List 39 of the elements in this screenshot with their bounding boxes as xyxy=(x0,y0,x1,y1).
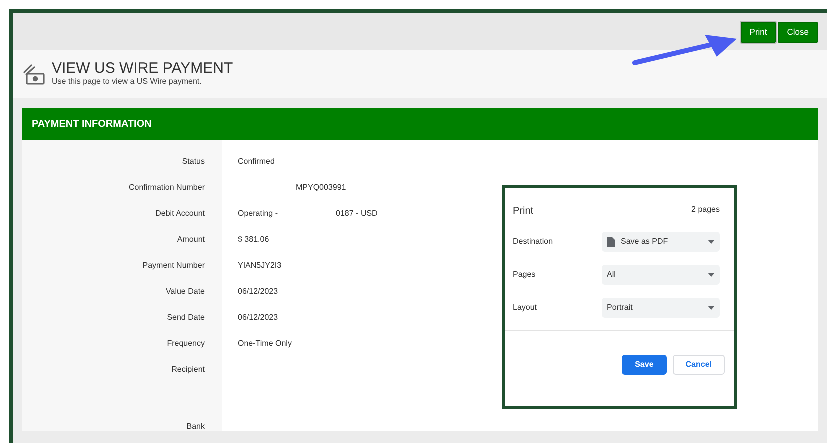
caret-icon xyxy=(708,273,715,277)
field-value: One-Time Only xyxy=(238,338,292,348)
field-label: Payment Number xyxy=(22,244,222,270)
dialog-title: Print xyxy=(513,205,534,219)
field-value: 06/12/2023 xyxy=(238,286,278,296)
page-title: VIEW US WIRE PAYMENT xyxy=(52,60,234,76)
toolbar-button[interactable]: Print xyxy=(740,22,776,42)
toolbar-button[interactable]: Close xyxy=(778,22,818,42)
select-field[interactable]: All xyxy=(602,265,720,285)
field-label: Debit Account xyxy=(22,192,222,218)
dialog-button[interactable]: Save xyxy=(622,355,667,375)
setting-label: Pages xyxy=(513,269,536,281)
field-label: Recipient xyxy=(22,348,222,405)
select-field[interactable]: Save as PDF xyxy=(602,232,720,252)
field-value: 0187 - USD xyxy=(336,208,378,218)
field-label: Send Date xyxy=(22,296,222,322)
field-value: MPYQ003991 xyxy=(296,182,346,192)
field-label: Status xyxy=(22,140,222,166)
field-label: Amount xyxy=(22,218,222,244)
setting-label: Layout xyxy=(513,302,538,314)
file-icon xyxy=(607,237,615,247)
page-count: 2 pages xyxy=(692,204,720,216)
field-label: Frequency xyxy=(22,322,222,348)
field-value: 06/12/2023 xyxy=(238,312,278,322)
select-field[interactable]: Portrait xyxy=(602,298,720,318)
field-label: Value Date xyxy=(22,270,222,296)
field-value: $ 381.06 xyxy=(238,234,270,244)
field-label: Confirmation Number xyxy=(22,166,222,192)
money-icon xyxy=(22,62,46,86)
caret-icon xyxy=(708,306,715,310)
dialog-button[interactable]: Cancel xyxy=(672,355,725,375)
field-label: Bank xyxy=(22,405,222,431)
field-value: Confirmed xyxy=(238,156,275,166)
page-subtitle: Use this page to view a US Wire payment. xyxy=(52,76,203,88)
field-value: YIAN5JY2I3 xyxy=(238,260,282,270)
field-value: Operating - xyxy=(238,208,278,218)
caret-icon xyxy=(708,240,715,244)
panel-title: PAYMENT INFORMATION xyxy=(22,108,818,140)
setting-label: Destination xyxy=(513,236,554,248)
